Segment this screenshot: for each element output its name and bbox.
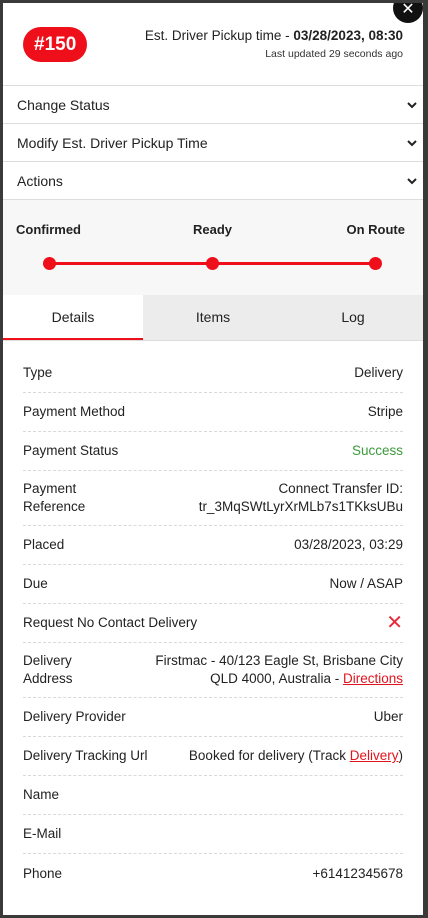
step-confirmed-label: Confirmed: [16, 222, 81, 237]
detail-row-no-contact: Request No Contact Delivery ✕: [23, 604, 403, 643]
label-line-1: Payment: [23, 481, 77, 496]
detail-label: Name: [23, 787, 60, 802]
detail-value: Booked for delivery (Track Delivery): [189, 747, 403, 765]
detail-value: Uber: [373, 709, 403, 724]
payment-status-value: Success: [351, 443, 403, 458]
detail-label: Request No Contact Delivery: [23, 615, 198, 630]
dropdown-label: Modify Est. Driver Pickup Time: [17, 134, 208, 151]
detail-row-payment-status: Payment Status Success: [23, 432, 403, 471]
dropdown-label: Change Status: [17, 96, 110, 113]
detail-label: Delivery Address: [23, 652, 73, 688]
label-line-2: Reference: [23, 499, 86, 514]
detail-value: Now / ASAP: [329, 576, 403, 591]
step-on-route-label: On Route: [346, 222, 406, 237]
label-line-1: Delivery: [23, 653, 72, 668]
step-confirmed-dot: [43, 257, 56, 270]
change-status-dropdown[interactable]: Change Status: [3, 86, 423, 124]
tab-bar: Details Items Log: [3, 295, 423, 341]
address-line-1: Firstmac - 40/123 Eagle St, Brisbane Cit…: [155, 653, 403, 668]
detail-row-name: Name: [23, 776, 403, 815]
pickup-time: 03/28/2023, 08:30: [293, 28, 403, 43]
order-header: #150 Est. Driver Pickup time - 03/28/202…: [3, 3, 423, 86]
pickup-time-line: Est. Driver Pickup time - 03/28/2023, 08…: [145, 28, 403, 43]
chevron-down-icon: [407, 139, 417, 146]
detail-row-email: E-Mail: [23, 815, 403, 854]
step-on-route-dot: [369, 257, 382, 270]
directions-link[interactable]: Directions: [343, 671, 403, 686]
chevron-down-icon: [407, 177, 417, 184]
track-delivery-link[interactable]: Delivery: [350, 748, 399, 763]
x-icon: ✕: [386, 612, 403, 634]
detail-value: +61412345678: [312, 865, 403, 881]
address-line-2: QLD 4000, Australia -: [210, 671, 343, 686]
tracking-prefix: Booked for delivery (Track: [188, 748, 350, 763]
value-line-1: Connect Transfer ID:: [278, 481, 403, 496]
close-icon: ✕: [401, 3, 415, 18]
detail-row-type: Type Delivery: [23, 354, 403, 393]
detail-label: Payment Method: [23, 404, 126, 419]
step-ready-dot: [206, 257, 219, 270]
detail-value: Connect Transfer ID: tr_3MqSWtLyrXrMLb7s1…: [199, 480, 403, 516]
detail-row-phone: Phone +61412345678: [23, 854, 403, 893]
detail-value: Stripe: [367, 404, 403, 419]
modify-pickup-time-dropdown[interactable]: Modify Est. Driver Pickup Time: [3, 124, 423, 162]
order-modal: ✕ #150 Est. Driver Pickup time - 03/28/2…: [3, 3, 423, 915]
detail-label: Payment Reference: [23, 480, 85, 516]
step-ready-label: Ready: [193, 222, 233, 237]
detail-value: Delivery: [354, 365, 403, 380]
detail-label: Placed: [23, 537, 65, 552]
detail-row-delivery-address: Delivery Address Firstmac - 40/123 Eagle …: [23, 643, 403, 698]
detail-row-payment-method: Payment Method Stripe: [23, 393, 403, 432]
order-number-badge: #150: [23, 27, 88, 62]
detail-label: E-Mail: [23, 826, 62, 841]
tracking-suffix: ): [398, 748, 404, 763]
detail-row-tracking-url: Delivery Tracking Url Booked for deliver…: [23, 737, 403, 776]
label-line-2: Address: [23, 671, 73, 686]
detail-row-payment-reference: Payment Reference Connect Transfer ID: tr_…: [23, 471, 403, 526]
chevron-down-icon: [407, 101, 417, 108]
detail-value: Firstmac - 40/123 Eagle St, Brisbane Cit…: [155, 652, 403, 688]
detail-row-delivery-provider: Delivery Provider Uber: [23, 698, 403, 737]
detail-label: Delivery Provider: [23, 709, 126, 724]
tab-items[interactable]: Items: [143, 295, 283, 340]
dropdown-label: Actions: [17, 172, 63, 189]
detail-value: 03/28/2023, 03:29: [294, 537, 403, 552]
detail-label: Type: [23, 365, 53, 380]
detail-row-placed: Placed 03/28/2023, 03:29: [23, 526, 403, 565]
detail-row-due: Due Now / ASAP: [23, 565, 403, 604]
actions-dropdown[interactable]: Actions: [3, 162, 423, 200]
detail-label: Phone: [23, 865, 63, 881]
last-updated: Last updated 29 seconds ago: [265, 48, 403, 60]
detail-label: Due: [23, 576, 48, 591]
value-line-2: tr_3MqSWtLyrXrMLb7s1TKksUBu: [198, 499, 403, 514]
details-panel: Type Delivery Payment Method Stripe Paym…: [3, 341, 423, 893]
tab-log[interactable]: Log: [283, 295, 423, 340]
detail-label: Delivery Tracking Url: [23, 748, 148, 763]
tab-details[interactable]: Details: [3, 295, 143, 340]
detail-label: Payment Status: [23, 443, 119, 458]
status-progress: Confirmed Ready On Route: [3, 200, 423, 295]
pickup-prefix: Est. Driver Pickup time -: [144, 28, 294, 43]
